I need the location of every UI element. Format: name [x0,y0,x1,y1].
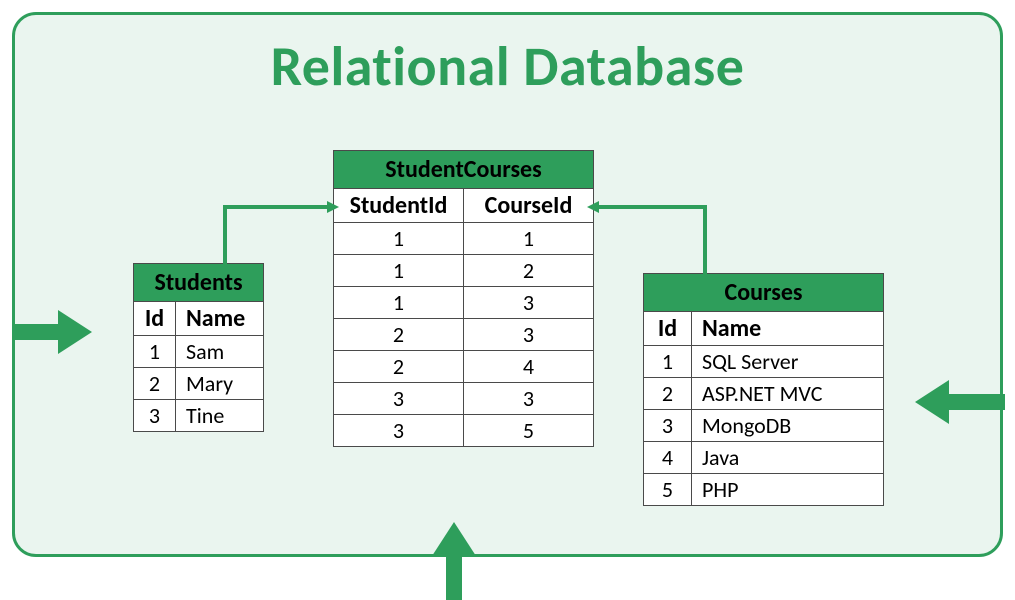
arrow-up-icon [432,522,476,594]
table-row: 3Tine [134,400,264,432]
table-row: 24 [334,351,594,383]
cell: 2 [334,351,464,383]
courses-col-id: Id [644,312,692,346]
table-studentcourses: StudentCourses StudentId CourseId 11 12 … [333,150,594,447]
table-row: 2ASP.NET MVC [644,378,884,410]
connector-students-to-junction [223,205,329,269]
cell: 3 [464,383,594,415]
cell: 5 [644,474,692,506]
cell: 3 [464,319,594,351]
cell: 3 [644,410,692,442]
table-row: 23 [334,319,594,351]
cell: 1 [464,223,594,255]
cell: Tine [176,400,264,432]
cell: 1 [334,255,464,287]
table-courses: Courses Id Name 1SQL Server 2ASP.NET MVC… [643,273,884,506]
students-col-name: Name [176,302,264,336]
studentcourses-col-courseid: CourseId [464,189,594,223]
cell: 3 [334,415,464,447]
table-students: Students Id Name 1Sam 2Mary 3Tine [133,263,264,432]
cell: 3 [334,383,464,415]
table-courses-name: Courses [644,274,884,312]
courses-col-name: Name [692,312,884,346]
table-row: 12 [334,255,594,287]
cell: 3 [464,287,594,319]
cell: 2 [464,255,594,287]
cell: 2 [334,319,464,351]
table-row: 35 [334,415,594,447]
table-row: 11 [334,223,594,255]
cell: Java [692,442,884,474]
table-studentcourses-name: StudentCourses [334,151,594,189]
table-row: 13 [334,287,594,319]
cell: 2 [644,378,692,410]
table-row: 1SQL Server [644,346,884,378]
table-students-name: Students [134,264,264,302]
studentcourses-col-studentid: StudentId [334,189,464,223]
table-row: 4Java [644,442,884,474]
arrow-left-icon [905,380,995,424]
cell: 4 [644,442,692,474]
cell: 1 [644,346,692,378]
cell: 5 [464,415,594,447]
cell: Mary [176,368,264,400]
diagram-frame: Relational Database Students Id Name 1Sa… [12,12,1003,557]
cell: 1 [334,287,464,319]
cell: 3 [134,400,176,432]
arrow-right-icon [12,310,102,354]
cell: SQL Server [692,346,884,378]
cell: 2 [134,368,176,400]
cell: 4 [464,351,594,383]
cell: 1 [334,223,464,255]
connector-courses-to-junction [597,205,707,279]
students-col-id: Id [134,302,176,336]
diagram-title: Relational Database [15,33,1000,101]
cell: PHP [692,474,884,506]
table-row: 1Sam [134,336,264,368]
table-row: 33 [334,383,594,415]
table-row: 5PHP [644,474,884,506]
table-row: 2Mary [134,368,264,400]
cell: MongoDB [692,410,884,442]
cell: ASP.NET MVC [692,378,884,410]
cell: Sam [176,336,264,368]
cell: 1 [134,336,176,368]
table-row: 3MongoDB [644,410,884,442]
